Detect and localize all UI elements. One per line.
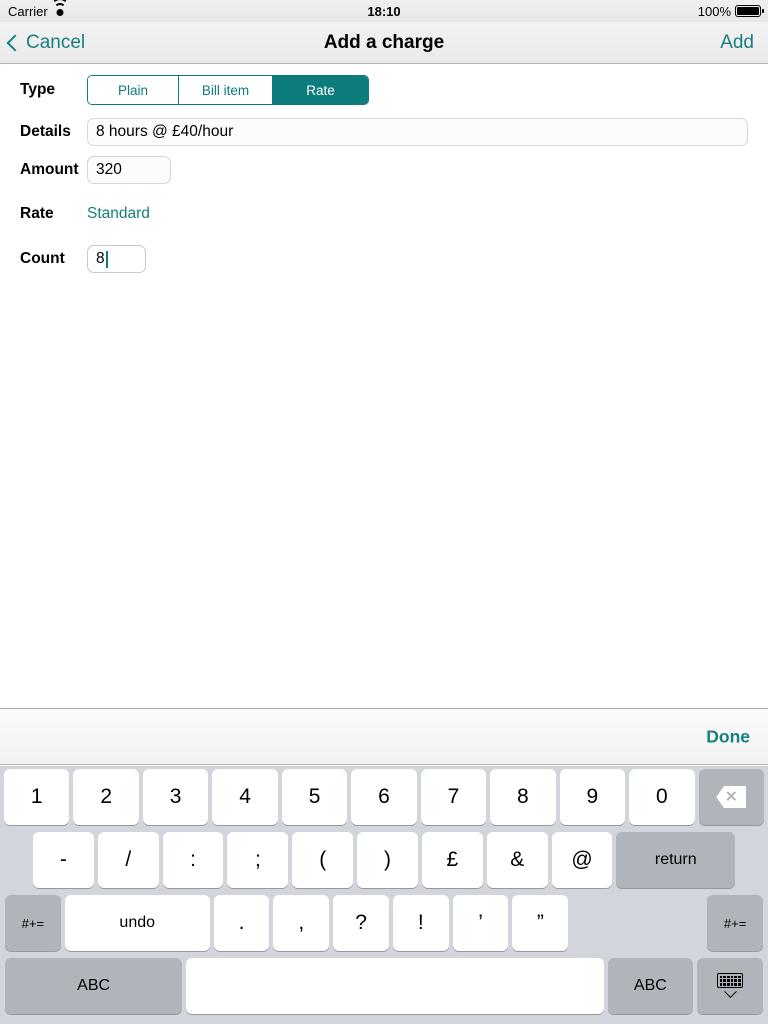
add-button[interactable]: Add xyxy=(720,32,754,54)
key-quote[interactable]: ” xyxy=(512,895,569,951)
type-segmented-control[interactable]: Plain Bill item Rate xyxy=(87,75,369,105)
page-title: Add a charge xyxy=(323,31,445,53)
details-input[interactable] xyxy=(87,118,748,146)
segment-plain[interactable]: Plain xyxy=(88,76,179,104)
key-hyphen[interactable]: - xyxy=(33,832,94,888)
form-row-details: Details xyxy=(0,116,768,148)
keyboard-row-punctuation: #+= undo . , ? ! ’ ” #+= xyxy=(0,895,768,951)
status-bar-clock: 18:10 xyxy=(367,3,401,19)
symbols-key-right[interactable]: #+= xyxy=(707,895,763,951)
form-row-amount: Amount xyxy=(0,154,768,186)
key-exclamation[interactable]: ! xyxy=(392,895,449,951)
backspace-icon: ✕ xyxy=(716,786,747,808)
segment-rate[interactable]: Rate xyxy=(273,76,368,104)
keyboard-row-numbers: 1 2 3 4 5 6 7 8 9 0 ✕ xyxy=(0,769,768,825)
key-1[interactable]: 1 xyxy=(4,769,70,825)
backspace-key[interactable]: ✕ xyxy=(698,769,764,825)
navigation-bar: Cancel Add a charge Add xyxy=(0,22,768,64)
undo-key[interactable]: undo xyxy=(64,895,210,951)
abc-key-left[interactable]: ABC xyxy=(5,958,183,1014)
key-at[interactable]: @ xyxy=(551,832,613,888)
app-screen: Carrier 18:10 100% Cancel Add a charge A… xyxy=(0,0,768,1024)
charge-form: Type Plain Bill item Rate Details Amount… xyxy=(0,64,768,708)
keyboard-dismiss-icon xyxy=(717,973,744,999)
key-6[interactable]: 6 xyxy=(351,769,417,825)
key-5[interactable]: 5 xyxy=(281,769,348,825)
count-input[interactable]: 8 xyxy=(87,245,146,273)
key-question[interactable]: ? xyxy=(333,895,389,951)
key-comma[interactable]: , xyxy=(273,895,330,951)
keyboard-accessory-bar: Done xyxy=(0,708,768,765)
status-bar: Carrier 18:10 100% xyxy=(0,0,768,22)
amount-label: Amount xyxy=(20,161,79,178)
row3-spacer xyxy=(572,895,703,951)
done-button[interactable]: Done xyxy=(706,726,750,747)
count-label: Count xyxy=(20,250,65,267)
key-paren-close[interactable]: ) xyxy=(357,832,418,888)
keyboard-row-bottom: ABC ABC xyxy=(0,958,768,1014)
battery-full-icon xyxy=(735,5,764,17)
abc-key-right[interactable]: ABC xyxy=(607,958,694,1014)
status-bar-right: 100% xyxy=(697,3,764,19)
return-key[interactable]: return xyxy=(616,832,736,888)
form-row-type: Type Plain Bill item Rate xyxy=(0,74,768,106)
keyboard-dismiss-key[interactable] xyxy=(697,958,763,1014)
key-8[interactable]: 8 xyxy=(490,769,556,825)
segment-bill-item[interactable]: Bill item xyxy=(179,76,273,104)
form-row-count: Count 8 xyxy=(0,242,768,276)
rate-label: Rate xyxy=(20,205,54,222)
symbols-key-left[interactable]: #+= xyxy=(5,895,61,951)
space-key[interactable] xyxy=(186,958,604,1014)
key-7[interactable]: 7 xyxy=(420,769,487,825)
key-3[interactable]: 3 xyxy=(142,769,209,825)
key-colon[interactable]: : xyxy=(162,832,224,888)
onscreen-keyboard: 1 2 3 4 5 6 7 8 9 0 ✕ - / : ; ( ) £ & @ … xyxy=(0,766,768,1024)
details-label: Details xyxy=(20,123,71,140)
type-label: Type xyxy=(20,81,56,98)
rate-value-link[interactable]: Standard xyxy=(87,205,150,223)
key-semicolon[interactable]: ; xyxy=(227,832,289,888)
keyboard-row-symbols: - / : ; ( ) £ & @ return xyxy=(0,832,768,888)
key-apostrophe[interactable]: ’ xyxy=(452,895,509,951)
key-period[interactable]: . xyxy=(213,895,270,951)
key-0[interactable]: 0 xyxy=(629,769,695,825)
text-caret xyxy=(105,250,108,268)
key-slash[interactable]: / xyxy=(97,832,159,888)
key-9[interactable]: 9 xyxy=(559,769,626,825)
key-paren-open[interactable]: ( xyxy=(292,832,354,888)
key-2[interactable]: 2 xyxy=(73,769,139,825)
key-ampersand[interactable]: & xyxy=(486,832,548,888)
amount-input[interactable] xyxy=(87,156,171,184)
count-input-value: 8 xyxy=(96,250,105,267)
battery-percent-label: 100% xyxy=(697,3,731,19)
form-row-rate: Rate Standard xyxy=(0,198,768,230)
key-pound[interactable]: £ xyxy=(421,832,483,888)
key-4[interactable]: 4 xyxy=(212,769,278,825)
